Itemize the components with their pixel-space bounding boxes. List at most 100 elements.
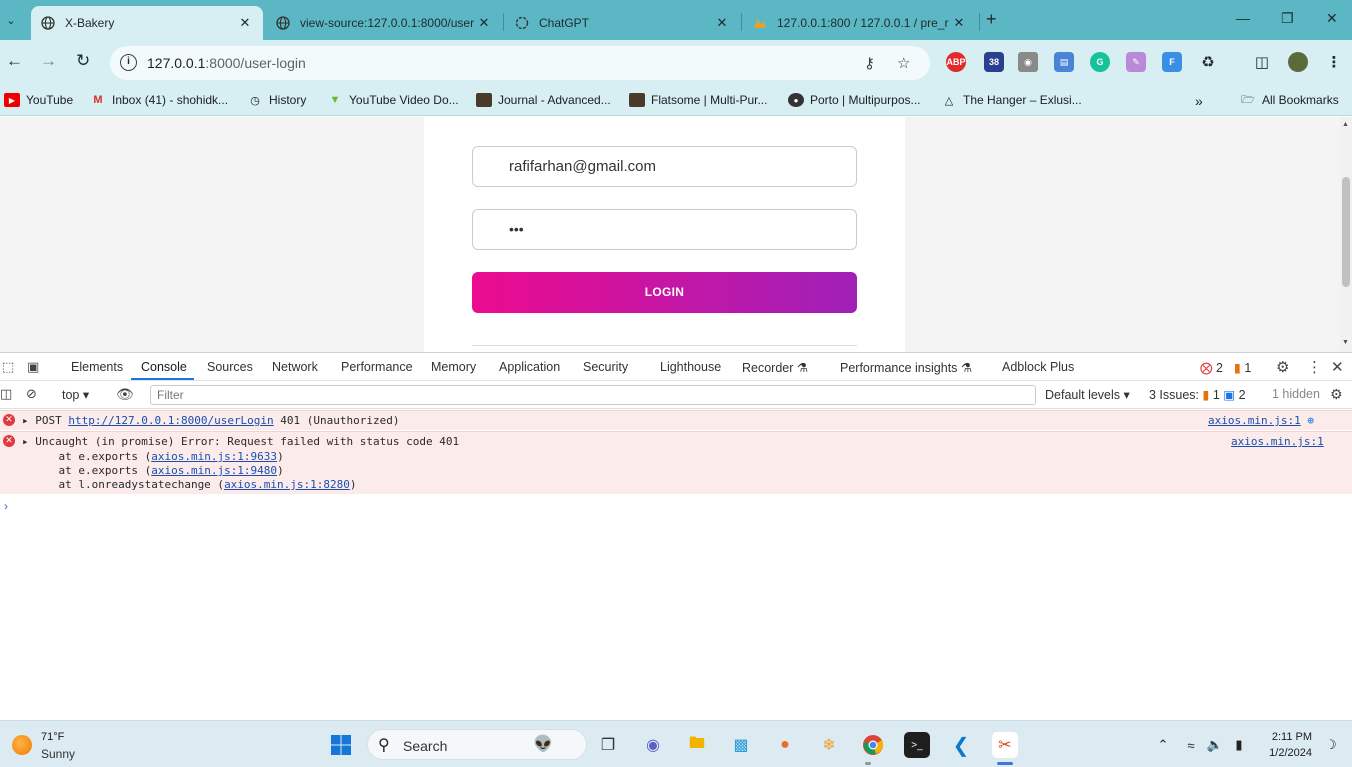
- battery-icon[interactable]: ▮: [1226, 732, 1252, 758]
- all-bookmarks-button[interactable]: 🗁 All Bookmarks: [1240, 93, 1339, 107]
- log-levels-dropdown[interactable]: Default levels ▾: [1045, 387, 1130, 402]
- profile-avatar[interactable]: [1288, 52, 1308, 72]
- tab-sources[interactable]: Sources: [207, 360, 253, 374]
- tab-view-source[interactable]: view-source:127.0.0.1:8000/user ✕: [266, 6, 502, 40]
- source-file[interactable]: axios.min.js:1: [1208, 414, 1301, 427]
- scroll-up-icon[interactable]: ▲: [1342, 121, 1349, 128]
- new-tab-button[interactable]: +: [986, 9, 997, 30]
- console-filter-input[interactable]: Filter: [150, 385, 1036, 405]
- tab-lighthouse[interactable]: Lighthouse: [660, 360, 721, 374]
- back-button[interactable]: ←: [6, 51, 23, 71]
- close-icon[interactable]: ✕: [714, 15, 730, 31]
- snipping-tool-icon[interactable]: ✂: [992, 732, 1018, 758]
- terminal-icon[interactable]: >_: [904, 732, 930, 758]
- close-icon[interactable]: ✕: [951, 15, 967, 31]
- tab-application[interactable]: Application: [499, 360, 560, 374]
- document-icon[interactable]: ▤: [1054, 52, 1074, 72]
- side-panel-icon[interactable]: ◫: [1252, 52, 1272, 72]
- sidebar-toggle-icon[interactable]: ◫: [0, 386, 12, 402]
- key-icon[interactable]: ⚷: [864, 54, 875, 72]
- address-bar[interactable]: i 127.0.0.1:8000/user-login ⚷ ☆: [110, 46, 930, 80]
- app-icon[interactable]: ❄: [816, 732, 842, 758]
- password-field[interactable]: •••: [472, 209, 857, 250]
- scrollbar-thumb[interactable]: [1342, 177, 1350, 287]
- chrome-icon[interactable]: [860, 732, 886, 758]
- close-icon[interactable]: ✕: [237, 15, 253, 31]
- error-counter[interactable]: ⨂ 2: [1200, 360, 1223, 375]
- issues-button[interactable]: 3 Issues: ▮ 1 ▣ 2: [1149, 387, 1246, 402]
- close-icon[interactable]: ✕: [476, 15, 492, 31]
- pen-icon[interactable]: ✎: [1126, 52, 1146, 72]
- devtools-menu-icon[interactable]: ⋮: [1307, 358, 1322, 376]
- tab-x-bakery[interactable]: X-Bakery ✕: [31, 6, 263, 40]
- warning-counter[interactable]: ▮ 1: [1234, 360, 1251, 375]
- grammarly-icon[interactable]: G: [1090, 52, 1110, 72]
- sun-icon[interactable]: [12, 735, 32, 755]
- weather-temperature[interactable]: 71°F: [41, 731, 64, 743]
- source-link[interactable]: axios.min.js:1: [1231, 435, 1324, 448]
- clear-console-icon[interactable]: ⊘: [26, 386, 37, 402]
- forward-button[interactable]: →: [40, 51, 57, 71]
- email-field[interactable]: rafifarhan@gmail.com: [472, 146, 857, 187]
- postman-icon[interactable]: ●: [772, 732, 798, 758]
- focus-moon-icon[interactable]: ☽: [1318, 732, 1344, 758]
- volume-icon[interactable]: 🔈: [1202, 732, 1228, 758]
- bookmark-gmail[interactable]: M Inbox (41) - shohidk...: [90, 93, 228, 107]
- system-clock[interactable]: 2:11 PM 1/2/2024: [1269, 729, 1312, 761]
- restore-icon[interactable]: ❐: [1281, 10, 1294, 27]
- tab-network[interactable]: Network: [272, 360, 318, 374]
- source-link[interactable]: axios.min.js:1 ⊕: [1208, 414, 1314, 427]
- file-explorer-icon[interactable]: 🖿: [684, 732, 710, 758]
- tab-console[interactable]: Console: [141, 360, 187, 374]
- bookmark-journal[interactable]: Journal - Advanced...: [476, 93, 611, 107]
- tab-performance-insights[interactable]: Performance insights ⚗: [840, 360, 972, 375]
- request-url-link[interactable]: http://127.0.0.1:8000/userLogin: [68, 414, 273, 427]
- tab-phpmyadmin[interactable]: 127.0.0.1:800 / 127.0.0.1 / pre_r ✕: [743, 6, 977, 40]
- translate-icon[interactable]: F: [1162, 52, 1182, 72]
- wifi-icon[interactable]: ≈: [1178, 732, 1204, 758]
- eye-icon[interactable]: 👁: [116, 386, 134, 403]
- tab-recorder[interactable]: Recorder ⚗: [742, 360, 808, 375]
- extensions-puzzle-icon[interactable]: ♻: [1198, 52, 1218, 72]
- task-view-icon[interactable]: ❐: [595, 732, 621, 758]
- extension-badge-icon[interactable]: 38: [984, 52, 1004, 72]
- taskbar-search[interactable]: ⚲ Search 👽: [367, 729, 587, 760]
- context-selector[interactable]: top ▾: [62, 387, 89, 402]
- console-settings-icon[interactable]: ⚙: [1330, 386, 1343, 403]
- bookmark-porto[interactable]: ● Porto | Multipurpos...: [788, 93, 921, 107]
- stack-link[interactable]: axios.min.js:1:8280: [224, 478, 350, 491]
- menu-kebab-icon[interactable]: ⋮: [1324, 52, 1344, 72]
- weather-condition[interactable]: Sunny: [41, 747, 75, 761]
- store-icon[interactable]: ▩: [728, 732, 754, 758]
- url-text[interactable]: 127.0.0.1:8000/user-login: [147, 55, 306, 71]
- tray-chevron-icon[interactable]: ⌃: [1150, 732, 1176, 758]
- stack-link[interactable]: axios.min.js:1:9633: [151, 450, 277, 463]
- reload-button[interactable]: ↻: [76, 51, 90, 71]
- console-prompt-chevron-icon[interactable]: ›: [4, 499, 8, 513]
- camera-icon[interactable]: ◉: [1018, 52, 1038, 72]
- tab-search-icon[interactable]: ⌄: [0, 8, 22, 32]
- start-windows-icon[interactable]: [328, 732, 354, 758]
- site-info-icon[interactable]: i: [120, 54, 137, 71]
- tab-performance[interactable]: Performance: [341, 360, 413, 374]
- more-bookmarks-chevron-icon[interactable]: »: [1195, 93, 1203, 109]
- tab-chatgpt[interactable]: ChatGPT ✕: [505, 6, 740, 40]
- stack-link[interactable]: axios.min.js:1:9480: [151, 464, 277, 477]
- tab-security[interactable]: Security: [583, 360, 628, 374]
- chat-icon[interactable]: ◉: [640, 732, 666, 758]
- console-error-row[interactable]: ✕ ▸ POST http://127.0.0.1:8000/userLogin…: [0, 410, 1352, 430]
- source-file[interactable]: axios.min.js:1: [1231, 435, 1324, 448]
- close-devtools-icon[interactable]: ✕: [1331, 358, 1344, 376]
- vscode-icon[interactable]: ❮: [948, 732, 974, 758]
- minimize-icon[interactable]: —: [1236, 10, 1250, 26]
- tab-adblock-plus[interactable]: Adblock Plus: [1002, 360, 1074, 374]
- adblock-plus-icon[interactable]: ABP: [946, 52, 966, 72]
- console-error-row[interactable]: ✕ ▸ Uncaught (in promise) Error: Request…: [0, 431, 1352, 494]
- device-toolbar-icon[interactable]: ▣: [27, 359, 39, 375]
- page-scrollbar[interactable]: ▲ ▼: [1340, 117, 1352, 352]
- inspect-element-icon[interactable]: ⬚: [2, 359, 14, 375]
- close-window-icon[interactable]: ✕: [1326, 10, 1338, 27]
- bookmark-star-icon[interactable]: ☆: [897, 54, 910, 72]
- tab-memory[interactable]: Memory: [431, 360, 476, 374]
- bookmark-youtube-downloader[interactable]: ▼ YouTube Video Do...: [327, 93, 459, 107]
